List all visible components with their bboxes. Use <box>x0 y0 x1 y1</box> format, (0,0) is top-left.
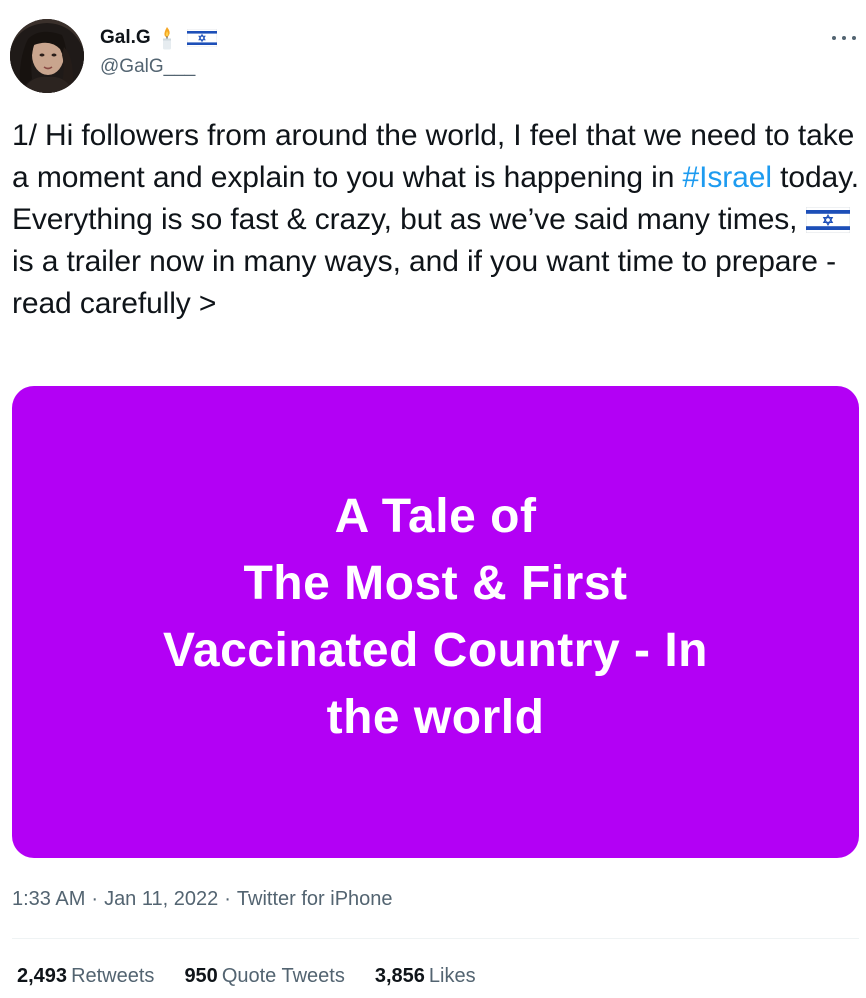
media-line: A Tale of <box>334 490 537 543</box>
tweet-source[interactable]: Twitter for iPhone <box>237 888 393 911</box>
display-name[interactable]: Gal.G <box>100 27 151 49</box>
israel-flag-icon <box>805 203 851 234</box>
hashtag-link[interactable]: #Israel <box>683 161 772 194</box>
media-line: Vaccinated Country - In <box>163 624 708 677</box>
tweet-time[interactable]: 1:33 AM <box>12 888 85 911</box>
divider <box>12 938 859 939</box>
candle-icon <box>159 26 175 50</box>
meta-separator: · <box>91 888 99 910</box>
retweets-stat[interactable]: 2,493 Retweets <box>17 965 154 988</box>
retweets-count: 2,493 <box>17 965 68 987</box>
media-caption: A Tale of The Most & First Vaccinated Co… <box>163 483 708 751</box>
name-row: Gal.G <box>100 26 217 50</box>
tweet-date[interactable]: Jan 11, 2022 <box>104 888 218 911</box>
likes-stat[interactable]: 3,856 Likes <box>375 965 476 988</box>
meta-separator: · <box>224 888 231 910</box>
author-block: Gal.G @GalG___ <box>100 26 217 78</box>
israel-flag-icon <box>186 28 217 48</box>
likes-count: 3,856 <box>374 965 425 987</box>
likes-label: Likes <box>428 965 476 987</box>
quote-tweets-count: 950 <box>184 965 218 987</box>
retweets-label: Retweets <box>71 965 155 987</box>
tweet-text: 1/ Hi followers from around the world, I… <box>12 115 862 325</box>
quote-tweets-label: Quote Tweets <box>221 965 345 987</box>
media-image[interactable]: A Tale of The Most & First Vaccinated Co… <box>12 386 859 858</box>
tweet: Gal.G @GalG___ 1/ Hi followers from arou… <box>0 0 866 998</box>
tweet-stats: 2,493 Retweets 950 Quote Tweets 3,856 Likes <box>17 965 506 988</box>
media-line: the world <box>326 691 545 744</box>
user-handle[interactable]: @GalG___ <box>100 56 217 78</box>
tweet-meta: 1:33 AM · Jan 11, 2022 · Twitter for iPh… <box>12 888 393 911</box>
media-line: The Most & First <box>243 557 628 610</box>
avatar[interactable] <box>10 19 84 93</box>
more-horizontal-icon[interactable] <box>832 26 856 50</box>
quote-tweets-stat[interactable]: 950 Quote Tweets <box>184 965 344 988</box>
